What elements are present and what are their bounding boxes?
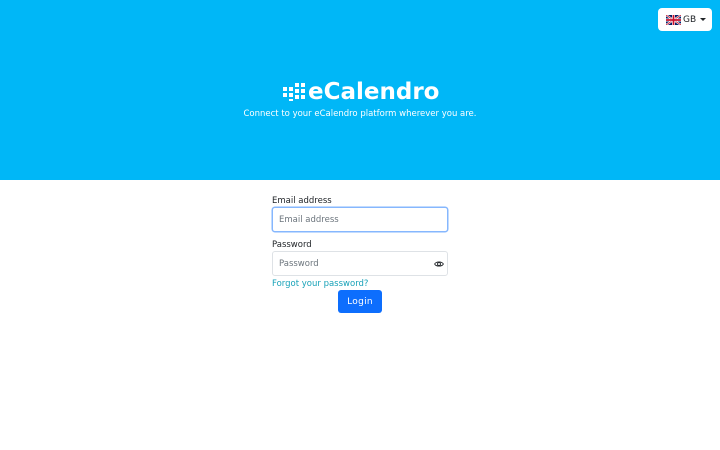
email-label: Email address xyxy=(272,196,332,206)
brand-name: eCalendro xyxy=(308,79,440,105)
language-code: GB xyxy=(683,14,697,25)
eye-icon[interactable] xyxy=(434,259,444,269)
uk-flag-icon xyxy=(666,14,681,25)
password-field[interactable] xyxy=(272,251,448,276)
language-selector[interactable]: GB xyxy=(658,8,712,31)
tagline: Connect to your eCalendro platform where… xyxy=(243,109,477,119)
login-button[interactable]: Login xyxy=(338,290,382,313)
brand-logo: eCalendro xyxy=(283,80,439,104)
header-banner: GB eCalendro Connect to your eCalendro p… xyxy=(0,0,720,180)
dot-grid-logo-icon xyxy=(283,83,305,101)
caret-down-icon xyxy=(700,18,707,21)
password-wrapper xyxy=(272,251,448,276)
email-field[interactable] xyxy=(272,207,448,232)
login-form: Email address Password Forgot your passw… xyxy=(272,188,448,290)
forgot-password-link[interactable]: Forgot your password? xyxy=(272,278,448,290)
password-label: Password xyxy=(272,240,312,250)
